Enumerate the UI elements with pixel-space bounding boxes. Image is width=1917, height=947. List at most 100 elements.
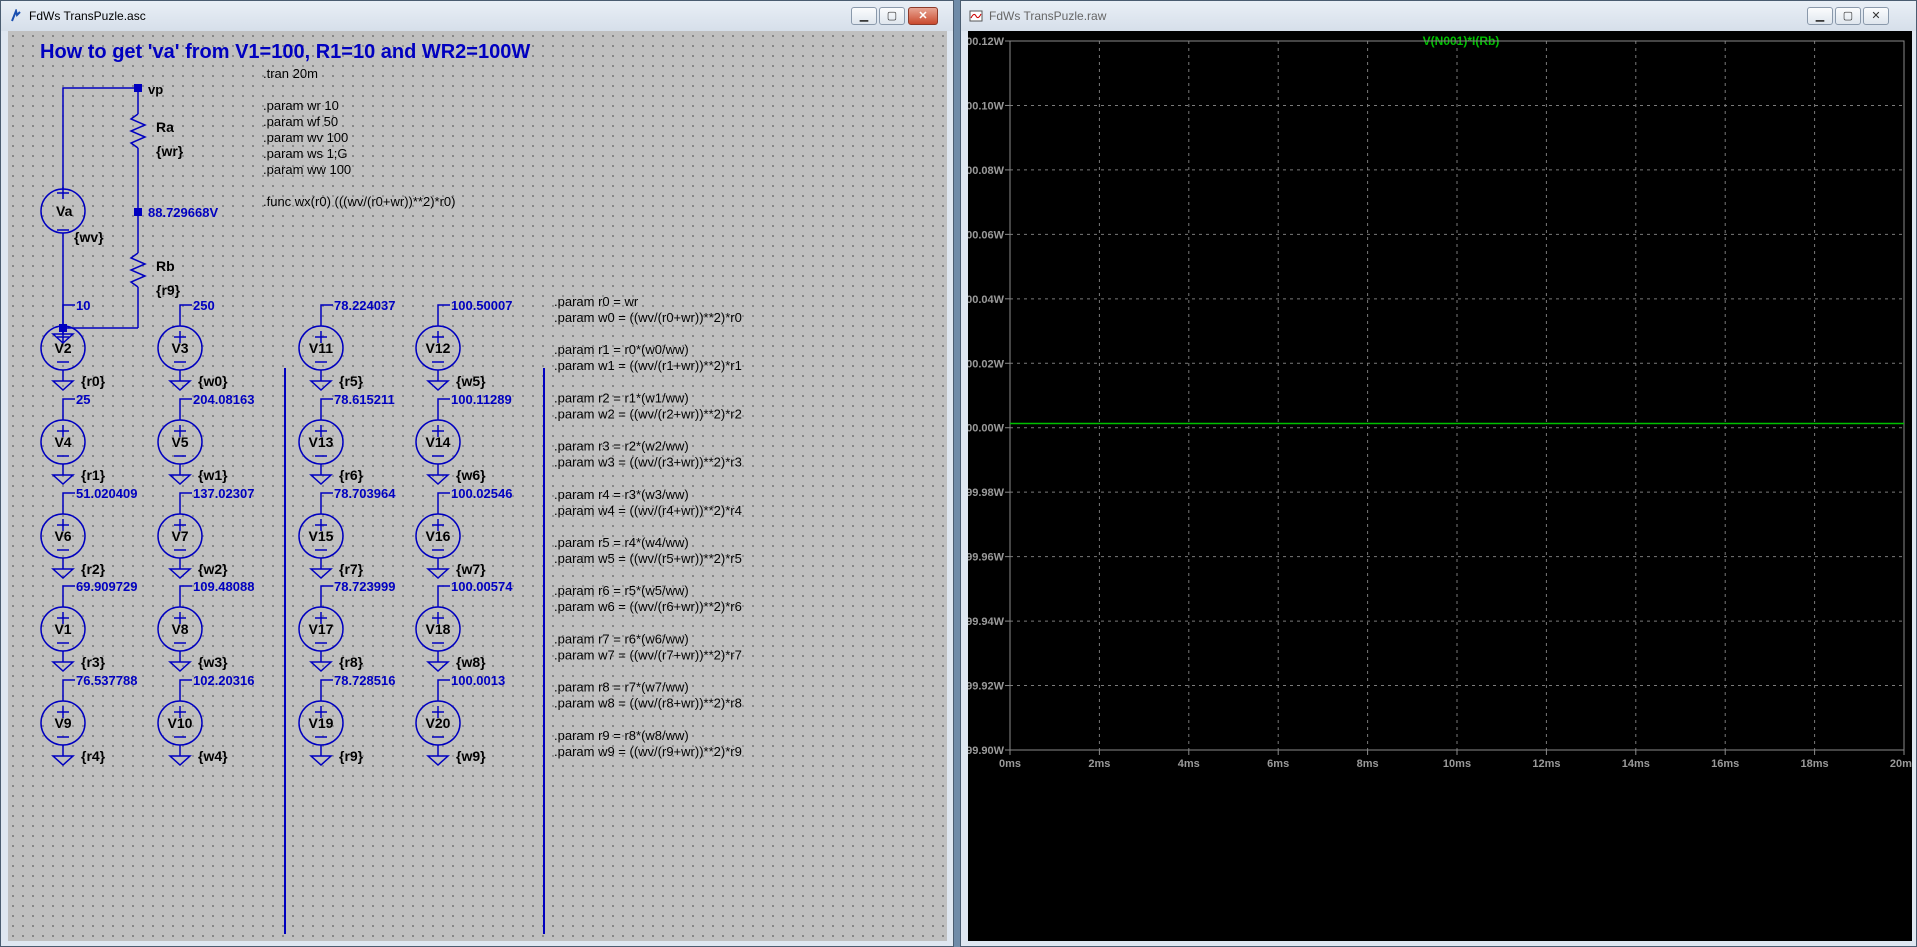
- voltage-source[interactable]: 100.0013 V20 {w9}: [415, 673, 505, 767]
- source-reading: 100.0013: [451, 673, 505, 688]
- y-tick-label: 99.92W: [968, 681, 1005, 693]
- x-tick-label: 14ms: [1622, 758, 1650, 770]
- source-reading: 76.537788: [76, 673, 137, 688]
- source-name: V12: [426, 340, 451, 356]
- y-tick-label: 99.96W: [968, 552, 1005, 564]
- spice-directives: .tran 20m.param wr 10.param wf 50.param …: [263, 66, 455, 209]
- param-line: .param r8 = r7*(w7/ww): [554, 680, 689, 695]
- waveform-titlebar[interactable]: FdWs TransPuzle.raw ▁ ▢ ✕: [961, 1, 1916, 31]
- spice-directive: .param wr 10: [263, 98, 339, 113]
- x-tick-label: 16ms: [1711, 758, 1739, 770]
- waveform-window[interactable]: FdWs TransPuzle.raw ▁ ▢ ✕ V(N001)*I(Rb) …: [960, 0, 1917, 947]
- y-tick-label: 100.08W: [968, 165, 1005, 177]
- voltage-source[interactable]: 10 V2 {r0}: [40, 298, 106, 392]
- node-mid-marker: [134, 208, 142, 216]
- voltage-source[interactable]: 78.728516 V19 {r9}: [298, 673, 395, 767]
- ltspice-app-icon: [11, 9, 21, 22]
- param-list: .param r0 = wr.param w0 = ((wv/(r0+wr))*…: [554, 294, 742, 759]
- voltage-source[interactable]: 69.909729 V1 {r3}: [40, 579, 137, 673]
- maximize-button[interactable]: ▢: [1835, 7, 1861, 25]
- source-reading: 100.11289: [451, 392, 512, 407]
- source-name: V18: [426, 621, 451, 637]
- spice-directive: .func wx(r0) (((wv/(r0+wr))**2)*r0): [263, 194, 455, 209]
- source-name: V14: [426, 434, 451, 450]
- minimize-button[interactable]: ▁: [1807, 7, 1833, 25]
- voltage-source[interactable]: 78.703964 V15 {r7}: [298, 486, 396, 580]
- voltage-source[interactable]: 78.723999 V17 {r8}: [298, 579, 395, 673]
- voltage-source[interactable]: 100.02546 V16 {w7}: [415, 486, 512, 580]
- source-name: V19: [309, 715, 334, 731]
- param-line: .param r3 = r2*(w2/ww): [554, 439, 689, 454]
- resistor-ra: [129, 113, 147, 149]
- ra-value: {wr}: [156, 143, 184, 159]
- waveform-plot[interactable]: V(N001)*I(Rb) 100.12W100.10W100.08W100.0…: [968, 31, 1912, 941]
- param-line: .param r4 = r3*(w3/ww): [554, 487, 689, 502]
- minimize-button[interactable]: ▁: [851, 7, 877, 25]
- x-tick-label: 8ms: [1357, 758, 1379, 770]
- source-reading: 78.723999: [334, 579, 395, 594]
- close-button[interactable]: ✕: [908, 7, 938, 25]
- source-value: {r8}: [339, 654, 364, 670]
- y-axis-ticks: 100.12W 100.10W 100.08W 100.06W 100.04W 100.0…: [968, 36, 1005, 757]
- source-name: V8: [171, 621, 188, 637]
- source-name: V7: [171, 528, 188, 544]
- voltage-source[interactable]: 78.615211 V13 {r6}: [298, 392, 395, 486]
- param-line: .param w2 = ((wv/(r2+wr))**2)*r2: [554, 406, 742, 421]
- x-tick-label: 12ms: [1532, 758, 1560, 770]
- voltage-source[interactable]: 250 V3 {w0}: [157, 298, 228, 392]
- close-button[interactable]: ✕: [1863, 7, 1889, 25]
- schematic-canvas[interactable]: How to get 'va' from V1=100, R1=10 and W…: [8, 31, 947, 941]
- source-value: {r9}: [339, 748, 364, 764]
- waveform-app-icon: [969, 10, 983, 22]
- voltage-source[interactable]: 137.02307 V7 {w2}: [157, 486, 254, 580]
- y-tick-label: 100.02W: [968, 358, 1005, 370]
- source-value: {r5}: [339, 373, 364, 389]
- y-tick-label: 99.94W: [968, 616, 1005, 628]
- voltage-source[interactable]: 25 V4 {r1}: [40, 392, 106, 486]
- schematic-window[interactable]: FdWs TransPuzle.asc ▁ ▢ ✕ How to get 'va…: [0, 0, 954, 947]
- schematic-titlebar[interactable]: FdWs TransPuzle.asc ▁ ▢ ✕: [1, 1, 953, 31]
- voltage-source[interactable]: 102.20316 V10 {w4}: [157, 673, 254, 767]
- source-value: {r7}: [339, 561, 364, 577]
- voltage-source[interactable]: 100.00574 V18 {w8}: [415, 579, 513, 673]
- waveform-window-title: FdWs TransPuzle.raw: [989, 9, 1107, 23]
- source-name: V4: [54, 434, 71, 450]
- source-name: V6: [54, 528, 71, 544]
- x-tick-label: 20ms: [1890, 758, 1912, 770]
- source-value: {w6}: [456, 467, 486, 483]
- param-line: .param r1 = r0*(w0/ww): [554, 342, 689, 357]
- source-value: {r0}: [81, 373, 106, 389]
- source-reading: 25: [76, 392, 90, 407]
- y-tick-label: 100.12W: [968, 36, 1005, 48]
- y-tick-label: 99.98W: [968, 487, 1005, 499]
- schematic-window-title: FdWs TransPuzle.asc: [29, 9, 146, 23]
- param-line: .param r9 = r8*(w8/ww): [554, 728, 689, 743]
- source-value: {w0}: [198, 373, 228, 389]
- x-tick-label: 2ms: [1088, 758, 1110, 770]
- source-value: {w4}: [198, 748, 228, 764]
- source-reading: 137.02307: [193, 486, 254, 501]
- source-value: {r3}: [81, 654, 106, 670]
- voltage-source[interactable]: 204.08163 V5 {w1}: [157, 392, 254, 486]
- node-vp-label: vp: [148, 82, 163, 97]
- x-tick-label: 18ms: [1801, 758, 1829, 770]
- param-line: .param w8 = ((wv/(r8+wr))**2)*r8: [554, 696, 742, 711]
- voltage-source[interactable]: 51.020409 V6 {r2}: [40, 486, 137, 580]
- spice-directive: .param wf 50: [263, 114, 338, 129]
- maximize-button[interactable]: ▢: [879, 7, 905, 25]
- param-line: .param w3 = ((wv/(r3+wr))**2)*r3: [554, 455, 742, 470]
- voltage-source[interactable]: 109.48088 V8 {w3}: [157, 579, 254, 673]
- voltage-source[interactable]: 76.537788 V9 {r4}: [40, 673, 137, 767]
- param-line: .param r2 = r1*(w1/ww): [554, 390, 689, 405]
- param-line: .param w4 = ((wv/(r4+wr))**2)*r4: [554, 503, 742, 518]
- voltage-source[interactable]: 100.50007 V12 {w5}: [415, 298, 512, 392]
- voltage-source[interactable]: 100.11289 V14 {w6}: [415, 392, 512, 486]
- source-value: {r4}: [81, 748, 106, 764]
- voltage-source[interactable]: 78.224037 V11 {r5}: [298, 298, 395, 392]
- y-tick-label: 100.04W: [968, 294, 1005, 306]
- param-line: .param w1 = ((wv/(r1+wr))**2)*r1: [554, 358, 742, 373]
- source-value: {w9}: [456, 748, 486, 764]
- param-line: .param w5 = ((wv/(r5+wr))**2)*r5: [554, 551, 742, 566]
- source-value: {w1}: [198, 467, 228, 483]
- spice-directive: .param ww 100: [263, 162, 351, 177]
